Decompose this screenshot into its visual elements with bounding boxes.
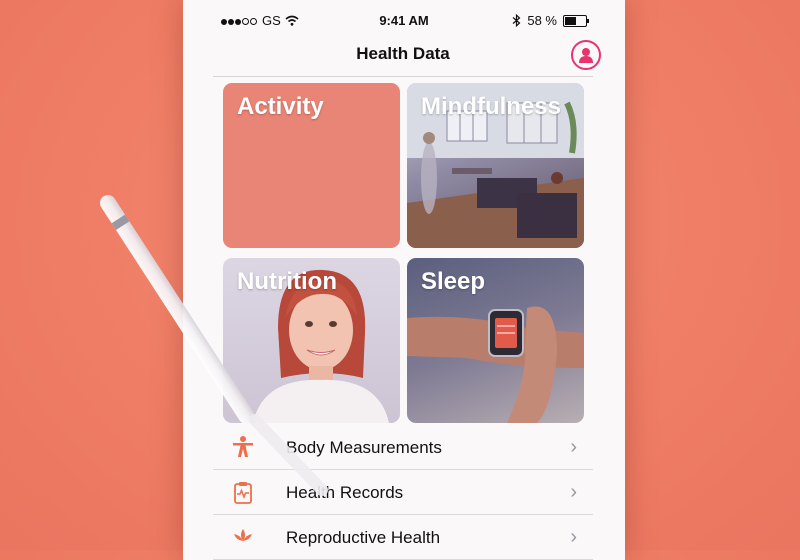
bluetooth-icon [512, 14, 521, 27]
mindfulness-tile[interactable]: Mindfulness [407, 83, 584, 248]
person-circle-icon [579, 48, 593, 63]
status-bar: GS 9:41 AM 58 % [183, 0, 625, 40]
category-list: Body Measurements › Health Records › Rep… [213, 425, 593, 560]
list-item-reproductive-health[interactable]: Reproductive Health › [213, 515, 593, 560]
clipboard-heartbeat-icon [234, 482, 252, 504]
sleep-tile[interactable]: Sleep [407, 258, 584, 423]
list-item-body-measurements[interactable]: Body Measurements › [213, 425, 593, 470]
list-item-label: Body Measurements [286, 438, 442, 457]
nutrition-tile[interactable]: Nutrition [223, 258, 400, 423]
profile-button[interactable] [571, 40, 601, 70]
chevron-right-icon: › [570, 526, 577, 548]
nav-bar: Health Data [213, 40, 601, 77]
list-item-label: Health Records [286, 483, 404, 502]
page-title: Health Data [356, 44, 450, 63]
tile-label: Nutrition [237, 268, 337, 295]
list-item-health-records[interactable]: Health Records › [213, 470, 593, 515]
list-item-label: Reproductive Health [286, 528, 441, 547]
activity-tile[interactable]: Activity [223, 83, 400, 248]
chevron-right-icon: › [570, 436, 577, 458]
battery-icon [563, 14, 589, 27]
lotus-icon [234, 529, 252, 541]
status-right: 58 % [512, 13, 589, 28]
tile-label: Activity [237, 93, 324, 120]
phone-screen: GS 9:41 AM 58 % Health Data Activity Min… [183, 0, 625, 560]
battery-percent: 58 % [527, 13, 557, 28]
body-figure-icon [233, 436, 253, 457]
tile-label: Sleep [421, 268, 486, 295]
tile-label: Mindfulness [421, 93, 562, 120]
chevron-right-icon: › [570, 481, 577, 503]
